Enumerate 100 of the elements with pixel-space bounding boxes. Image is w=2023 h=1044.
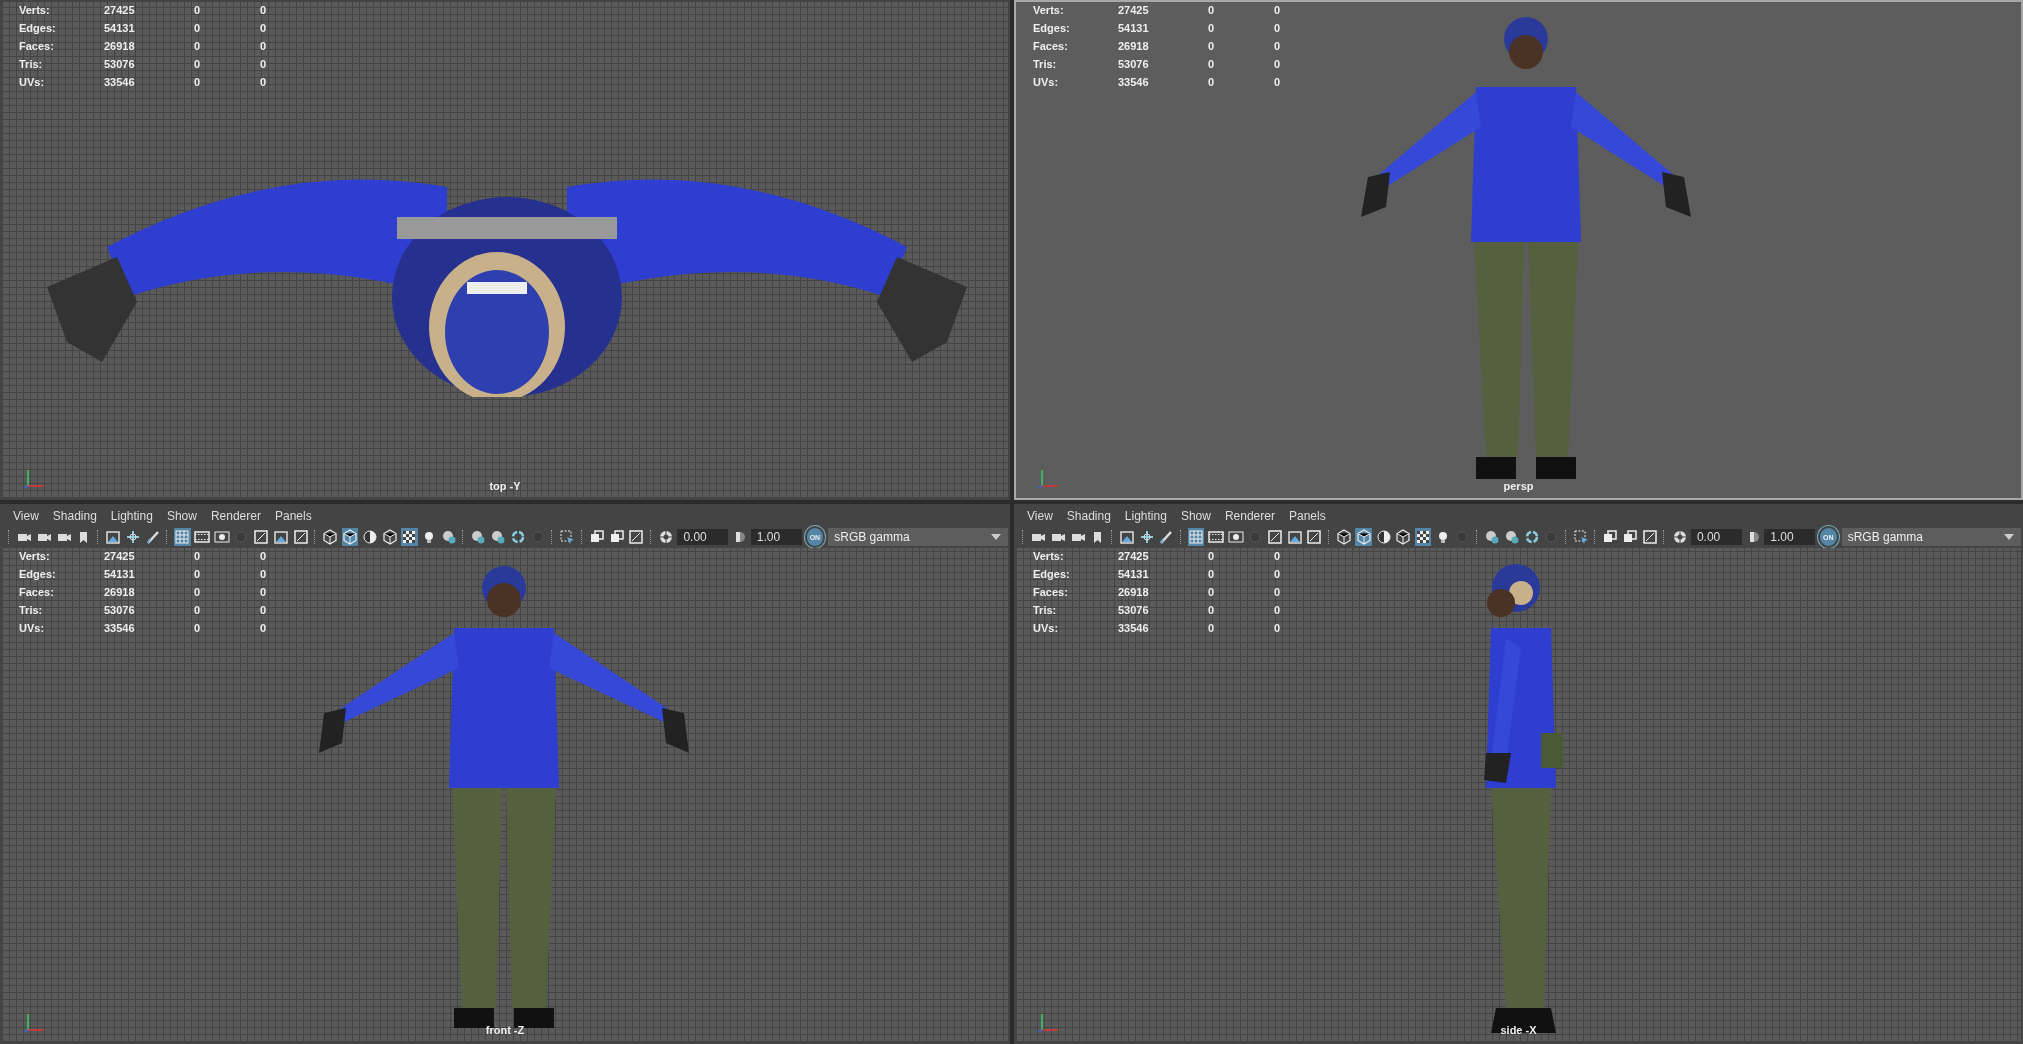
gamma-field[interactable]: 1.00 [750, 529, 802, 545]
stat-value: 26918 [104, 586, 136, 598]
gamma-field[interactable]: 1.00 [1764, 529, 1815, 545]
stat-value: 0 [1274, 622, 1282, 634]
sphere-icon[interactable] [470, 528, 487, 546]
camera-label: top -Y [489, 480, 521, 492]
stat-label: Tris: [19, 604, 44, 616]
menu-item[interactable]: Lighting [1117, 509, 1174, 523]
exposure-field[interactable]: 0.00 [677, 529, 729, 545]
menu-item[interactable]: View [1020, 509, 1060, 523]
viewport-panel[interactable]: Verts: 27425 0 0 Edges: 54131 0 0 Faces: 26918 0 0 Tris: 53076 0 0 UVs: 33546 0 0 persp [1014, 0, 2023, 500]
stat-value: 0 [1208, 622, 1216, 634]
stat-label: Tris: [19, 58, 44, 70]
stat-value: 0 [1208, 4, 1216, 16]
checker-icon[interactable] [1414, 528, 1432, 546]
cube-icon[interactable] [1394, 528, 1412, 546]
ring-icon[interactable] [509, 528, 527, 546]
menu-item[interactable]: Shading [45, 509, 104, 523]
menu-item[interactable]: Renderer [203, 509, 268, 523]
stat-value: 27425 [104, 550, 136, 562]
cube-icon[interactable] [381, 528, 398, 546]
stat-value: 0 [1274, 568, 1282, 580]
stat-value: 0 [260, 76, 268, 88]
frame-icon[interactable] [252, 528, 270, 546]
stat-value: 0 [260, 604, 268, 616]
menu-item[interactable]: Panels [267, 509, 319, 523]
color-space-dropdown[interactable]: sRGB gamma [828, 528, 1008, 546]
stat-value: 0 [1208, 586, 1216, 598]
stat-label: Edges: [1033, 22, 1071, 34]
menu-item[interactable]: Lighting [103, 509, 160, 523]
cube-icon[interactable] [341, 528, 359, 546]
cube-icon[interactable] [1335, 528, 1353, 546]
stat-value: 0 [1274, 22, 1282, 34]
frame-icon[interactable] [292, 528, 310, 546]
move-icon[interactable] [1138, 528, 1156, 546]
stat-value: 54131 [104, 568, 136, 580]
stat-value: 0 [1274, 604, 1282, 616]
sphere-icon[interactable] [489, 528, 507, 546]
stat-value: 0 [1208, 22, 1216, 34]
stat-value: 27425 [1118, 550, 1150, 562]
stat-value: 26918 [1118, 586, 1150, 598]
stat-value: 54131 [1118, 22, 1150, 34]
sphere-icon[interactable] [440, 528, 458, 546]
half-circle-icon[interactable] [1375, 528, 1392, 546]
menu-item[interactable]: Shading [1059, 509, 1118, 523]
menu-item[interactable]: Panels [1281, 509, 1333, 523]
menu-item[interactable]: View [6, 509, 46, 523]
stat-value: 0 [1274, 40, 1282, 52]
half-circle-icon[interactable] [361, 528, 379, 546]
sphere-icon[interactable] [1483, 528, 1501, 546]
stat-label: UVs: [19, 622, 46, 634]
checker-icon[interactable] [400, 528, 418, 546]
stat-value: 0 [260, 586, 268, 598]
stat-value: 0 [1208, 550, 1216, 562]
stat-value: 0 [194, 586, 202, 598]
aperture-icon[interactable] [657, 528, 675, 546]
stat-value: 0 [260, 550, 268, 562]
stat-value: 33546 [104, 622, 136, 634]
menu-item[interactable]: Show [1173, 509, 1218, 523]
stat-value: 54131 [104, 22, 136, 34]
stat-value: 0 [194, 568, 202, 580]
color-space-dropdown[interactable]: sRGB gamma [1841, 528, 2021, 546]
stat-label: Tris: [1033, 604, 1058, 616]
stat-value: 0 [1274, 4, 1282, 16]
sphere-icon[interactable] [1503, 528, 1521, 546]
picture-icon[interactable] [1118, 528, 1136, 546]
picture-icon[interactable] [104, 528, 122, 546]
stat-value: 0 [1208, 604, 1216, 616]
frame-icon[interactable] [628, 528, 645, 546]
stat-value: 0 [194, 76, 202, 88]
stat-label: UVs: [1033, 622, 1060, 634]
film-icon[interactable] [193, 528, 211, 546]
frame-icon[interactable] [1306, 528, 1323, 546]
selection-icon[interactable] [1572, 528, 1590, 546]
stat-value: 0 [260, 40, 268, 52]
selection-icon[interactable] [558, 528, 576, 546]
move-icon[interactable] [124, 528, 142, 546]
cube-icon[interactable] [1355, 528, 1373, 546]
grid-icon[interactable] [1187, 528, 1205, 546]
stat-label: UVs: [1033, 76, 1060, 88]
stat-label: Faces: [1033, 40, 1069, 52]
dropdown-caret-icon [989, 533, 1002, 541]
frame-icon[interactable] [1641, 528, 1659, 546]
frame-icon[interactable] [1266, 528, 1284, 546]
menu-item[interactable]: Show [159, 509, 204, 523]
stat-label: Verts: [19, 4, 51, 16]
aperture-icon[interactable] [1671, 528, 1688, 546]
menu-item[interactable]: Renderer [1217, 509, 1282, 523]
film-icon[interactable] [1207, 528, 1225, 546]
grid-icon[interactable] [173, 528, 191, 546]
camera-label: persp [1503, 480, 1534, 492]
camera-label: front -Z [485, 1024, 525, 1036]
picture-icon[interactable] [272, 528, 290, 546]
stat-value: 33546 [1118, 76, 1150, 88]
ring-icon[interactable] [1523, 528, 1540, 546]
cube-icon[interactable] [321, 528, 339, 546]
exposure-field[interactable]: 0.00 [1690, 529, 1742, 545]
viewport-panel[interactable]: Verts: 27425 0 0 Edges: 54131 0 0 Faces: 26918 0 0 Tris: 53076 0 0 UVs: 33546 0 0 top -Y [0, 0, 1010, 500]
picture-icon[interactable] [1286, 528, 1304, 546]
stat-label: Verts: [1033, 4, 1065, 16]
